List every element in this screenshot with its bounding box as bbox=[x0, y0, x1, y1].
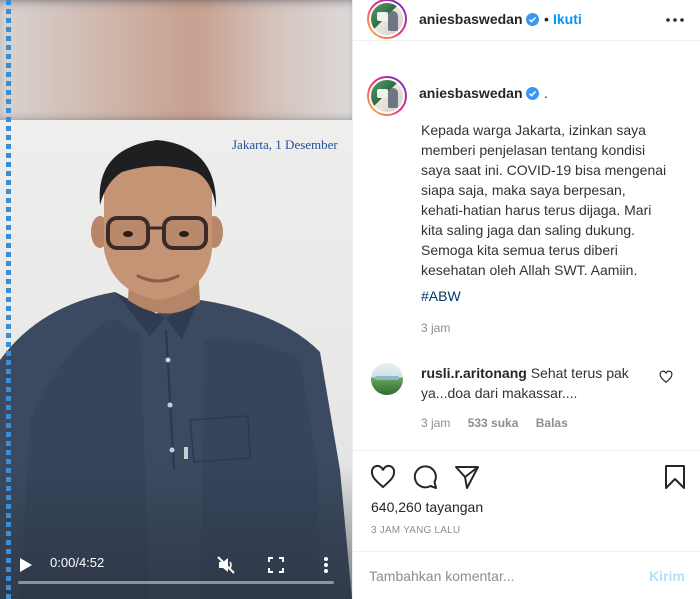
verified-icon bbox=[526, 87, 539, 100]
video-options-button[interactable] bbox=[314, 553, 338, 577]
fullscreen-icon bbox=[268, 557, 284, 573]
comment-avatar[interactable] bbox=[371, 363, 403, 395]
post-panel: aniesbaswedan • Ikuti aniesbaswedan . Ke… bbox=[352, 0, 700, 599]
play-icon bbox=[20, 558, 32, 572]
post-actions: 640,260 tayangan 3 JAM YANG LALU bbox=[353, 450, 700, 550]
caption-line: kehati-hatian harus terus dijaga. Mari bbox=[421, 202, 652, 218]
caption-text: Kepada warga Jakarta, izinkan saya membe… bbox=[421, 120, 683, 280]
caption-username[interactable]: aniesbaswedan bbox=[419, 85, 523, 101]
share-icon[interactable] bbox=[454, 464, 480, 490]
hashtag-link[interactable]: #ABW bbox=[421, 288, 461, 304]
post-timestamp[interactable]: 3 JAM YANG LALU bbox=[371, 525, 460, 536]
caption-time[interactable]: 3 jam bbox=[421, 321, 450, 335]
mute-icon bbox=[217, 556, 235, 574]
comment-meta: 3 jam 533 suka Balas bbox=[421, 416, 582, 430]
caption-line: kesehatan oleh Allah SWT. Aamiin. bbox=[421, 262, 638, 278]
avatar[interactable] bbox=[367, 0, 407, 39]
heart-icon[interactable] bbox=[659, 370, 673, 384]
fullscreen-button[interactable] bbox=[264, 553, 288, 577]
comment-time[interactable]: 3 jam bbox=[421, 416, 450, 430]
header-username[interactable]: aniesbaswedan bbox=[419, 11, 523, 27]
verified-icon bbox=[526, 13, 539, 26]
caption-line: siapa saja, maka saya berpesan, bbox=[421, 182, 626, 198]
time-current: 0:00 bbox=[50, 555, 76, 570]
comment-text: rusli.r.aritonang Sehat terus pak ya...d… bbox=[421, 363, 661, 403]
comments-area[interactable]: aniesbaswedan . Kepada warga Jakarta, iz… bbox=[353, 42, 700, 450]
reply-button[interactable]: Balas bbox=[536, 416, 568, 430]
more-horizontal-icon[interactable] bbox=[663, 10, 687, 30]
comment-input[interactable] bbox=[369, 564, 629, 588]
follow-button[interactable]: Ikuti bbox=[553, 11, 582, 27]
caption-line: saya saat ini. COVID-19 bisa mengenai bbox=[421, 162, 667, 178]
more-vertical-icon bbox=[324, 557, 328, 573]
caption-line: Semoga kita semua terus diberi bbox=[421, 242, 618, 258]
heart-icon[interactable] bbox=[370, 464, 396, 490]
comment-username[interactable]: rusli.r.aritonang bbox=[421, 365, 527, 381]
post-header: aniesbaswedan • Ikuti bbox=[353, 0, 700, 41]
caption-trailing: . bbox=[544, 85, 548, 101]
video-controls: 0:00 / 4:52 bbox=[0, 539, 352, 599]
comment-icon[interactable] bbox=[412, 464, 438, 490]
caption-line: memberi penjelasan tentang kondisi bbox=[421, 142, 646, 158]
caption-avatar[interactable] bbox=[367, 76, 407, 116]
header-separator: • bbox=[544, 11, 549, 27]
video-progress-bar[interactable] bbox=[18, 581, 334, 584]
play-button[interactable] bbox=[14, 553, 38, 577]
bookmark-icon[interactable] bbox=[662, 464, 688, 490]
caption-line: kita saling jaga dan saling dukung. bbox=[421, 222, 636, 238]
view-count[interactable]: 640,260 tayangan bbox=[371, 499, 483, 515]
add-comment-bar: Kirim bbox=[353, 551, 700, 599]
post-comment-button[interactable]: Kirim bbox=[649, 568, 685, 584]
time-total: 4:52 bbox=[78, 555, 105, 570]
video-dashed-edge bbox=[6, 0, 11, 599]
avatar-image bbox=[369, 1, 405, 37]
caption-line: Kepada warga Jakarta, izinkan saya bbox=[421, 122, 646, 138]
mute-button[interactable] bbox=[214, 553, 238, 577]
avatar-image bbox=[369, 78, 405, 114]
video-player[interactable]: Jakarta, 1 Desember 0:00 / 4:52 bbox=[0, 0, 352, 599]
comment-likes[interactable]: 533 suka bbox=[468, 416, 519, 430]
video-time: 0:00 / 4:52 bbox=[50, 555, 104, 570]
